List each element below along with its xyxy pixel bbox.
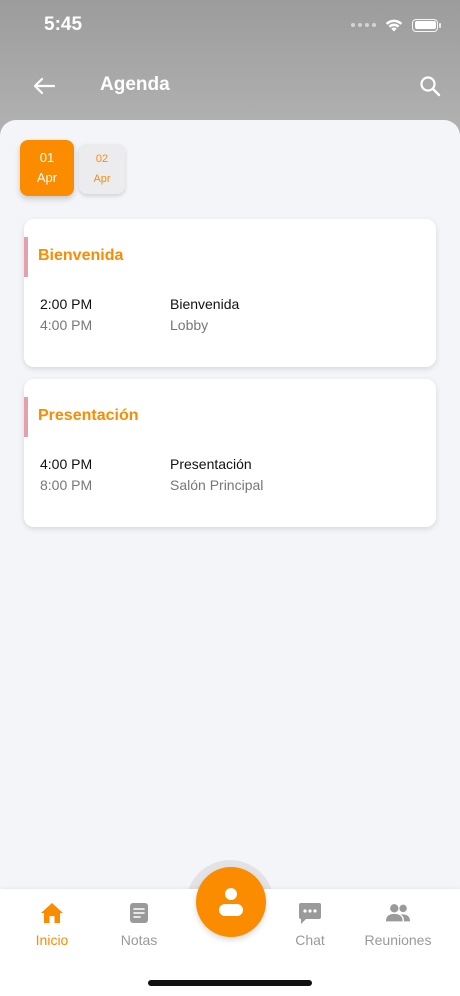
event-location: Lobby [170, 317, 209, 333]
person-icon [219, 888, 243, 916]
date-day: 02 [95, 153, 109, 165]
tab-reuniones[interactable]: Reuniones [358, 900, 438, 960]
date-month: Apr [93, 173, 111, 185]
date-chip-1[interactable]: 01 Apr [20, 140, 74, 196]
status-icons [351, 16, 441, 34]
tab-chat[interactable]: Chat [270, 900, 350, 960]
event-end-time: 8:00 PM [40, 477, 93, 493]
battery-icon [412, 18, 441, 32]
event-name: Bienvenida [170, 296, 240, 312]
date-day: 01 [39, 150, 55, 165]
page-title: Agenda [100, 74, 170, 95]
search-button[interactable] [412, 68, 448, 104]
tab-notas[interactable]: Notas [99, 900, 179, 960]
home-indicator [148, 980, 312, 986]
event-start-time: 2:00 PM [40, 296, 93, 312]
people-icon [385, 900, 411, 926]
event-title: Bienvenida [38, 247, 124, 264]
event-card[interactable]: Presentación 4:00 PM 8:00 PM Presentació… [24, 379, 436, 527]
tab-label: Inicio [35, 932, 69, 948]
app-header: 5:45 Agenda [0, 0, 460, 140]
arrow-left-icon [33, 77, 55, 95]
event-start-time: 4:00 PM [40, 456, 93, 472]
status-time: 5:45 [44, 14, 83, 35]
wifi-icon [385, 19, 403, 32]
profile-fab-button[interactable] [196, 867, 266, 937]
notes-icon [126, 900, 152, 926]
signal-icon [351, 23, 376, 27]
search-icon [420, 76, 441, 97]
date-chip-2[interactable]: 02 Apr [79, 144, 125, 194]
event-end-time: 4:00 PM [40, 317, 93, 333]
tab-label: Chat [295, 932, 325, 948]
back-button[interactable] [28, 70, 60, 102]
event-location: Salón Principal [170, 477, 264, 493]
tab-label: Notas [120, 932, 158, 948]
chat-icon [297, 900, 323, 926]
event-name: Presentación [170, 456, 252, 472]
card-accent-bar [24, 237, 28, 277]
event-card[interactable]: Bienvenida 2:00 PM 4:00 PM Bienvenida Lo… [24, 219, 436, 367]
card-accent-bar [24, 397, 28, 437]
event-title: Presentación [38, 407, 139, 424]
tab-label: Reuniones [364, 932, 432, 948]
tab-inicio[interactable]: Inicio [12, 900, 92, 960]
home-icon [39, 900, 65, 926]
date-month: Apr [36, 170, 58, 185]
